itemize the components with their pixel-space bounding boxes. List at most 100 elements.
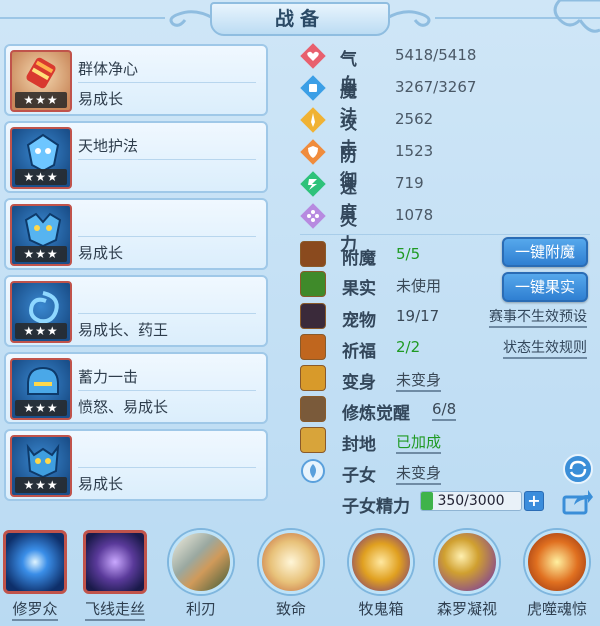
card-divider — [78, 390, 256, 391]
card-trait-line: 易成长 — [78, 475, 124, 493]
info-label: 子女 — [342, 466, 376, 486]
stat-value: 5418/5418 — [395, 46, 477, 64]
partner-card[interactable]: ★★★ 易成长 — [4, 198, 268, 270]
info-label: 宠物 — [342, 311, 376, 331]
skill-name: 修罗众 — [12, 598, 58, 621]
skill-icon — [435, 530, 499, 594]
partner-card[interactable]: ★★★ 易成长、药王 — [4, 275, 268, 347]
heart-icon — [300, 43, 326, 69]
beast-icon — [24, 212, 62, 248]
ice-pop-icon — [26, 57, 56, 89]
demon-icon — [26, 443, 60, 479]
skill-icon — [3, 530, 67, 594]
fruit-value: 未使用 — [396, 277, 442, 295]
seal-value[interactable]: 已加成 — [396, 433, 442, 454]
info-bless: 祈福 2/2 状态生效规则 — [300, 334, 595, 362]
info-pet: 宠物 19/17 赛事不生效预设 — [300, 303, 595, 331]
star-rating: ★★★ — [15, 400, 67, 416]
spirit-icon — [300, 203, 326, 229]
pet-value: 19/17 — [396, 307, 440, 325]
refresh-icon[interactable] — [562, 453, 594, 485]
card-trait-line: 易成长、药王 — [78, 321, 169, 339]
stat-value: 3267/3267 — [395, 78, 477, 96]
partner-card-list: ★★★ 群体净心 易成长 ★★★ 天地护法 ★★★ 易成长 ★★★ 易成长、药王… — [4, 44, 270, 506]
guardian-mask-icon — [26, 133, 60, 173]
enchant-value: 5/5 — [396, 245, 421, 263]
skill-icon — [169, 530, 233, 594]
card-divider — [78, 313, 256, 314]
partner-card[interactable]: ★★★ 蓄力一击 愤怒、易成长 — [4, 352, 268, 424]
enchant-icon — [300, 241, 326, 267]
card-divider — [78, 159, 256, 160]
stat-value: 1078 — [395, 206, 434, 224]
skill-feixianzousi[interactable]: 飞线走丝 — [80, 530, 150, 621]
title-left-line — [0, 17, 165, 19]
bless-icon — [300, 334, 326, 360]
skill-name: 利刃 — [185, 600, 216, 618]
one-click-fruit-button[interactable]: 一键果实 — [502, 272, 588, 302]
bless-value: 2/2 — [396, 338, 421, 356]
card-skill-line: 蓄力一击 — [78, 368, 139, 386]
transform-icon — [300, 365, 326, 391]
seal-land-icon — [300, 427, 326, 453]
partner-portrait: ★★★ — [10, 127, 72, 189]
pet-avatar-icon — [300, 303, 326, 329]
star-rating: ★★★ — [15, 246, 67, 262]
partner-portrait: ★★★ — [10, 50, 72, 112]
info-seal: 封地 已加成 — [300, 427, 595, 455]
partner-portrait: ★★★ — [10, 435, 72, 497]
shield-icon — [300, 139, 326, 165]
preset-link[interactable]: 赛事不生效预设 — [489, 306, 587, 328]
star-rating: ★★★ — [15, 477, 67, 493]
transform-value[interactable]: 未变身 — [396, 371, 442, 392]
status-rule-link[interactable]: 状态生效规则 — [503, 337, 587, 359]
warrior-helmet-icon — [27, 366, 59, 395]
card-skill-line: 群体净心 — [78, 60, 139, 78]
card-trait-line: 愤怒、易成长 — [78, 398, 169, 416]
skill-hushihunjing[interactable]: 虎噬魂惊 — [522, 530, 592, 619]
title-left-ornament-icon — [169, 10, 214, 27]
stat-value: 2562 — [395, 110, 434, 128]
child-energy-bar: 350/3000 — [420, 491, 522, 511]
cultivate-value[interactable]: 6/8 — [432, 400, 457, 421]
info-label: 修炼觉醒 — [342, 404, 410, 424]
skill-name: 牧鬼箱 — [358, 600, 404, 618]
skill-icon — [525, 530, 589, 594]
skill-xiuluozhong[interactable]: 修罗众 — [0, 530, 70, 621]
skill-name: 飞线走丝 — [84, 598, 145, 621]
magic-icon — [300, 75, 326, 101]
one-click-enchant-button[interactable]: 一键附魔 — [502, 237, 588, 267]
partner-portrait: ★★★ — [10, 204, 72, 266]
skill-icon — [259, 530, 323, 594]
card-divider — [78, 236, 256, 237]
partner-card[interactable]: ★★★ 群体净心 易成长 — [4, 44, 268, 116]
spirit-swirl-icon — [29, 291, 59, 324]
info-transform: 变身 未变身 — [300, 365, 595, 393]
skill-icon — [349, 530, 413, 594]
partner-card[interactable]: ★★★ 易成长 — [4, 429, 268, 501]
card-trait-line: 易成长 — [78, 244, 124, 262]
info-label: 附魔 — [342, 249, 376, 269]
info-label: 封地 — [342, 435, 376, 455]
cultivate-icon — [300, 396, 326, 422]
section-divider — [300, 234, 590, 235]
child-value[interactable]: 未变身 — [396, 464, 442, 485]
add-energy-button[interactable]: + — [524, 491, 544, 511]
skill-muguixiang[interactable]: 牧鬼箱 — [346, 530, 416, 619]
info-child: 子女 未变身 — [300, 458, 595, 486]
sword-icon — [300, 107, 326, 133]
skill-liren[interactable]: 利刃 — [166, 530, 236, 619]
info-label: 果实 — [342, 279, 376, 299]
skill-zhiming[interactable]: 致命 — [256, 530, 326, 619]
share-icon[interactable] — [562, 487, 594, 515]
info-label: 子女精力 — [342, 497, 410, 517]
child-icon — [301, 459, 325, 483]
skill-name: 致命 — [275, 600, 306, 618]
lightning-icon — [300, 171, 326, 197]
skill-name: 森罗凝视 — [436, 600, 497, 618]
stat-value: 719 — [395, 174, 424, 192]
partner-card[interactable]: ★★★ 天地护法 — [4, 121, 268, 193]
info-cultivate: 修炼觉醒 6/8 — [300, 396, 595, 424]
skill-senluoningshi[interactable]: 森罗凝视 — [432, 530, 502, 619]
title-right-ornament-icon — [386, 10, 431, 27]
